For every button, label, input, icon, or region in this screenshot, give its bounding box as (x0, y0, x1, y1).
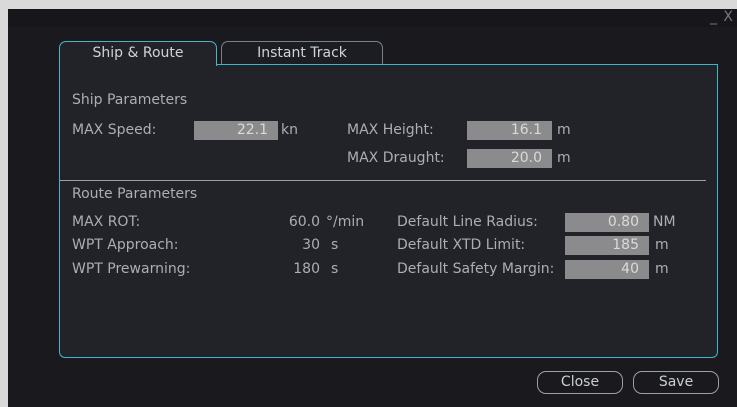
wpt-prewarning-unit: s (331, 261, 339, 277)
window-controls[interactable]: _ X (710, 9, 734, 25)
max-draught-unit: m (557, 150, 571, 166)
line-radius-label: Default Line Radius: (397, 214, 538, 230)
wpt-prewarning-label: WPT Prewarning: (72, 261, 191, 277)
ship-parameters-heading: Ship Parameters (72, 92, 188, 108)
wpt-prewarning-value: 180 (293, 261, 320, 277)
line-radius-field[interactable]: 0.80 (565, 213, 649, 232)
route-parameters-heading: Route Parameters (72, 186, 198, 202)
max-rot-value: 60.0 (288, 214, 320, 230)
max-rot-label: MAX ROT: (72, 214, 141, 230)
max-height-field[interactable]: 16.1 (467, 121, 552, 140)
max-height-unit: m (557, 122, 571, 138)
max-speed-field[interactable]: 22.1 (194, 121, 278, 140)
section-divider (60, 180, 706, 181)
title-bar: _ X (8, 9, 737, 27)
xtd-limit-field[interactable]: 185 (565, 236, 649, 255)
max-speed-label: MAX Speed: (72, 122, 157, 138)
safety-margin-unit: m (655, 261, 669, 277)
safety-margin-field[interactable]: 40 (565, 260, 649, 279)
max-draught-field[interactable]: 20.0 (467, 149, 552, 168)
tab-instant-track[interactable]: Instant Track (221, 41, 383, 64)
save-button[interactable]: Save (633, 371, 719, 394)
wpt-approach-label: WPT Approach: (72, 237, 179, 253)
wpt-approach-value: 30 (302, 237, 320, 253)
close-button[interactable]: Close (537, 371, 623, 394)
max-rot-unit: °/min (326, 214, 365, 230)
tab-ship-route[interactable]: Ship & Route (59, 41, 217, 66)
wpt-approach-unit: s (331, 237, 339, 253)
tab-label: Instant Track (257, 45, 347, 61)
tab-panel (59, 64, 718, 358)
line-radius-unit: NM (653, 214, 676, 230)
xtd-limit-unit: m (655, 237, 669, 253)
max-speed-unit: kn (281, 122, 298, 138)
tab-label: Ship & Route (92, 45, 184, 61)
safety-margin-label: Default Safety Margin: (397, 261, 555, 277)
max-draught-label: MAX Draught: (347, 150, 445, 166)
xtd-limit-label: Default XTD Limit: (397, 237, 526, 253)
max-height-label: MAX Height: (347, 122, 434, 138)
